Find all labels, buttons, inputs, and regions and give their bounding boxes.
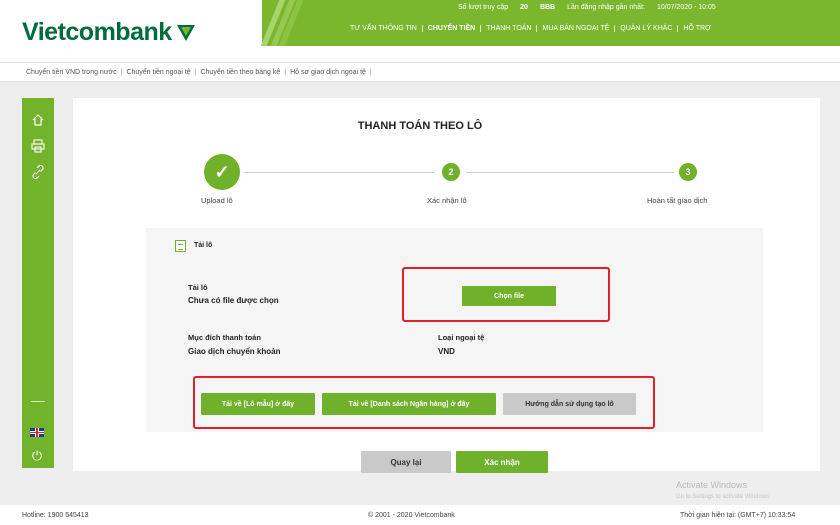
current-time: Thời gian hiện tại: (GMT+7) 10:33:54 bbox=[680, 512, 796, 519]
step-3-circle: 3 bbox=[679, 163, 697, 181]
subnav-ngoai-te[interactable]: Chuyển tiền ngoại tệ bbox=[122, 69, 194, 76]
header: Vietcombank Số lượt truy cập 20 BBB Lần … bbox=[0, 0, 840, 62]
subnav-ho-so-ngoai-te[interactable]: Hồ sơ giao dịch ngoại tệ bbox=[286, 69, 370, 76]
sidebar-divider bbox=[31, 401, 45, 402]
link-icon[interactable] bbox=[30, 164, 46, 180]
section-title: Tải lô bbox=[194, 242, 213, 249]
activate-windows-title: Activate Windows bbox=[676, 480, 748, 490]
visits-value: 20 bbox=[520, 4, 528, 11]
subnav-vnd-trong-nuoc[interactable]: Chuyển tiền VND trong nước bbox=[22, 69, 121, 76]
session-info: Số lượt truy cập 20 BBB Lần đăng nhập gầ… bbox=[458, 4, 716, 11]
visits-label: Số lượt truy cập bbox=[458, 4, 509, 11]
highlight-download-buttons bbox=[193, 376, 655, 429]
document-icon bbox=[175, 240, 186, 252]
step-connector-1 bbox=[244, 172, 434, 173]
uk-flag-icon[interactable] bbox=[30, 428, 44, 437]
copyright: © 2001 - 2020 Vietcombank bbox=[368, 512, 455, 519]
last-login-value: 10/07/2020 - 10:05 bbox=[656, 4, 716, 11]
step-2-label: Xác nhận lô bbox=[427, 196, 467, 205]
main-nav: TƯ VẤN THÔNG TIN CHUYỂN TIỀN THANH TOÁN … bbox=[345, 25, 716, 32]
purpose-value: Giao dịch chuyển khoản bbox=[188, 347, 281, 356]
user-code: BBB bbox=[539, 4, 556, 11]
back-button[interactable]: Quay lại bbox=[361, 451, 451, 473]
step-connector-2 bbox=[466, 172, 674, 173]
sub-nav: Chuyển tiền VND trong nước | Chuyển tiền … bbox=[0, 62, 840, 82]
footer: Hotline: 1900 545413 © 2001 - 2020 Vietc… bbox=[0, 505, 840, 525]
step-1-done-icon: ✓ bbox=[204, 154, 240, 190]
printer-icon[interactable] bbox=[30, 138, 46, 154]
confirm-button[interactable]: Xác nhận bbox=[456, 451, 548, 473]
last-login-label: Lần đăng nhập gần nhất: bbox=[567, 4, 645, 11]
nav-quan-ly-khac[interactable]: QUẢN LÝ KHÁC bbox=[614, 25, 677, 32]
logo-text: Vietcombank bbox=[22, 18, 172, 46]
nav-thanh-toan[interactable]: THANH TOÁN bbox=[480, 25, 536, 32]
activate-windows-subtitle: Go to Settings to activate Windows. bbox=[676, 494, 771, 500]
nav-chuyen-tien[interactable]: CHUYỂN TIỀN bbox=[421, 25, 480, 32]
nav-ho-tro[interactable]: HỖ TRỢ bbox=[677, 25, 716, 32]
hotline: Hotline: 1900 545413 bbox=[22, 512, 89, 519]
subnav-bang-ke[interactable]: Chuyển tiền theo bảng kê bbox=[196, 69, 284, 76]
purpose-label: Mục đích thanh toán bbox=[188, 333, 261, 342]
vietcombank-logo[interactable]: Vietcombank bbox=[22, 18, 197, 47]
step-1-label: Upload lô bbox=[201, 196, 233, 205]
file-status: Chưa có file được chọn bbox=[188, 296, 279, 305]
nav-mua-ban-ngoai-te[interactable]: MUA BÁN NGOẠI TỆ bbox=[536, 25, 614, 32]
highlight-choose-file bbox=[402, 267, 610, 322]
left-sidebar bbox=[22, 98, 54, 468]
currency-label: Loại ngoại tệ bbox=[438, 333, 485, 342]
page-title: THANH TOÁN THEO LÔ bbox=[357, 120, 483, 132]
step-2-circle: 2 bbox=[442, 163, 460, 181]
logo-mark-icon bbox=[176, 24, 195, 41]
nav-tu-van[interactable]: TƯ VẤN THÔNG TIN bbox=[345, 25, 422, 32]
file-label: Tải lô bbox=[188, 283, 208, 292]
step-3-label: Hoàn tất giao dịch bbox=[647, 196, 708, 205]
currency-value: VND bbox=[438, 347, 455, 356]
power-icon[interactable]: ⏻ bbox=[30, 449, 44, 463]
